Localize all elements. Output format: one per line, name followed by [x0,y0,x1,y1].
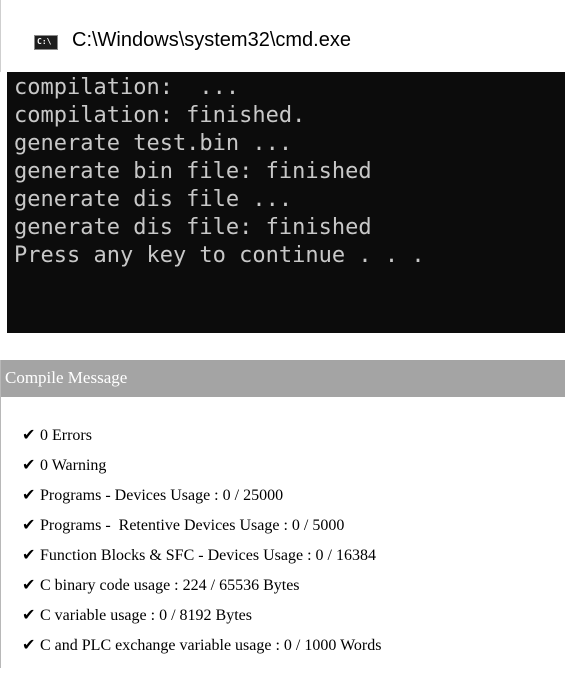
cmd-app-icon: C:\ [34,35,58,50]
message-row: ✔ C and PLC exchange variable usage : 0 /… [6,617,381,654]
terminal-output[interactable]: compilation: ... compilation: finished. … [7,72,565,333]
terminal-line: generate bin file: finished [14,159,372,184]
message-row: ✔ 0 Warning [6,437,106,474]
cmd-window-title: C:\Windows\system32\cmd.exe [72,29,351,51]
terminal-line: Press any key to continue . . . [14,243,425,268]
message-row: ✔ Programs - Devices Usage : 0 / 25000 [6,467,283,504]
message-row: ✔ C binary code usage : 224 / 65536 Bytes [6,557,300,594]
cmd-title-bar[interactable]: C:\ C:\Windows\system32\cmd.exe [0,0,565,72]
terminal-line: generate dis file: finished [14,215,372,240]
compile-message-header: Compile Message [1,360,565,397]
compile-message-panel: Compile Message ✔ 0 Errors ✔ 0 Warning ✔ Pr… [0,360,565,668]
message-row: ✔ C variable usage : 0 / 8192 Bytes [6,587,252,624]
checkmark-icon: ✔ [22,635,36,654]
message-row: ✔ Function Blocks & SFC - Devices Usage :… [6,527,376,564]
terminal-line: compilation: ... [14,75,240,100]
cmd-window: C:\ C:\Windows\system32\cmd.exe compilat… [0,0,565,333]
cmd-icon-label: C:\ [37,37,52,46]
terminal-line: generate test.bin ... [14,131,293,156]
terminal-line: compilation: finished. [14,103,306,128]
compile-message-title: Compile Message [5,368,128,387]
message-row: ✔ Programs - Retentive Devices Usage : 0 … [6,497,344,534]
message-row: ✔ 0 Errors [6,407,92,444]
message-text: C and PLC exchange variable usage : 0 / … [40,637,382,654]
terminal-line: generate dis file ... [14,187,293,212]
